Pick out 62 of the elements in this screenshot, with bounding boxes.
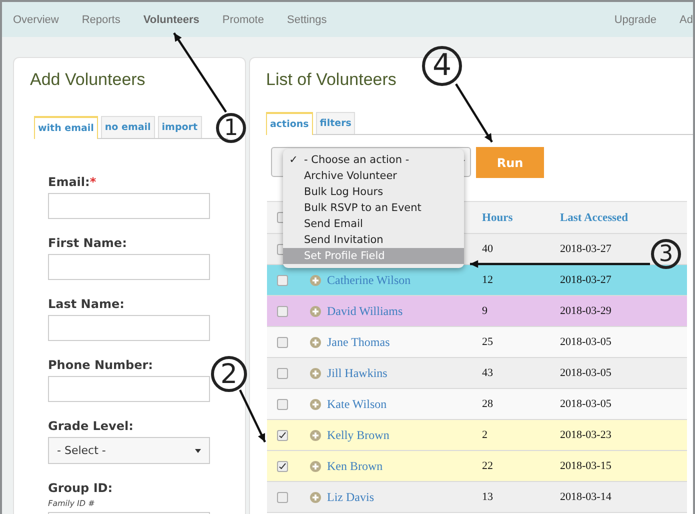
panel-title: List of Volunteers [266,69,396,91]
volunteer-name-link[interactable]: Liz Davis [327,490,374,504]
table-cell: 40 [482,243,493,255]
table-cell: 2018-03-23 [560,429,612,441]
field-label: Email:* [48,175,98,189]
field-label: Last Name: [48,297,126,311]
volunteer-name-link[interactable]: Jill Hawkins [327,366,388,380]
menu-item[interactable]: ✓ - Choose an action - [283,152,464,168]
tab[interactable]: import [158,116,202,138]
field-label: Group ID: [48,481,114,495]
table-cell: 2018-03-14 [560,491,612,503]
table-cell: 2018-03-05 [560,336,612,348]
column-header[interactable]: Last Accessed [560,212,628,224]
menu-item[interactable]: Archive Volunteer [283,168,464,184]
table-cell: 2018-03-05 [560,398,612,410]
table-cell: 2 [482,429,488,441]
menu-item[interactable]: Bulk RSVP to an Event [283,200,464,216]
run-button[interactable]: Run [476,147,544,178]
table-cell: 12 [482,274,493,286]
table-cell: 2018-03-29 [560,305,612,317]
nav-link[interactable]: Volunteers [143,14,200,26]
table-cell: 2018-03-27 [560,243,612,255]
volunteer-name-link[interactable]: Catherine Wilson [327,272,411,288]
menu-item[interactable]: Send Email [283,216,464,232]
table-cell: 25 [482,336,493,348]
tab[interactable]: filters [316,112,356,134]
menu-item[interactable]: Set Profile Field [283,248,464,264]
menu-item[interactable]: Send Invitation [283,232,464,248]
volunteer-name-link[interactable]: Jane Thomas [327,334,390,350]
nav-link[interactable]: Settings [286,14,327,26]
callout-number: 2 [211,356,247,392]
volunteer-name-link[interactable]: Kelly Brown [327,428,390,442]
table-cell: 9 [482,305,488,317]
field-label: Grade Level: [48,419,134,433]
callout-number: 4 [422,46,462,86]
table-cell: 2018-03-05 [560,367,612,379]
grade-select[interactable]: - Select - [48,437,210,464]
table-cell: 22 [482,460,493,472]
callout-number: 1 [216,113,246,143]
table-cell: 2018-03-15 [560,460,612,472]
tab[interactable]: with email [34,116,98,139]
column-header[interactable]: Hours [482,212,513,224]
callout-number: 3 [651,239,681,269]
volunteer-name-link[interactable]: Kate Wilson [327,396,387,412]
tab[interactable]: actions [266,112,313,135]
nav-link[interactable]: Promote [222,14,264,26]
table-cell: 43 [482,367,493,379]
volunteer-name-link[interactable]: David Williams [327,304,403,318]
menu-item[interactable]: Bulk Log Hours [283,184,464,200]
field-hint: Family ID # [48,499,96,508]
tab[interactable]: no email [100,116,155,138]
volunteer-name-link[interactable]: Ken Brown [327,458,383,474]
table-cell: 28 [482,398,493,410]
nav-link[interactable]: Overview [13,14,59,26]
table-cell: 2018-03-27 [560,274,612,286]
nav-link[interactable]: Ad [680,14,693,26]
field-label: Phone Number: [48,358,154,372]
nav-link[interactable]: Upgrade [614,14,657,26]
field-label: First Name: [48,236,128,250]
table-cell: 13 [482,491,493,503]
nav-link[interactable]: Reports [82,14,120,26]
panel-title: Add Volunteers [29,69,146,91]
